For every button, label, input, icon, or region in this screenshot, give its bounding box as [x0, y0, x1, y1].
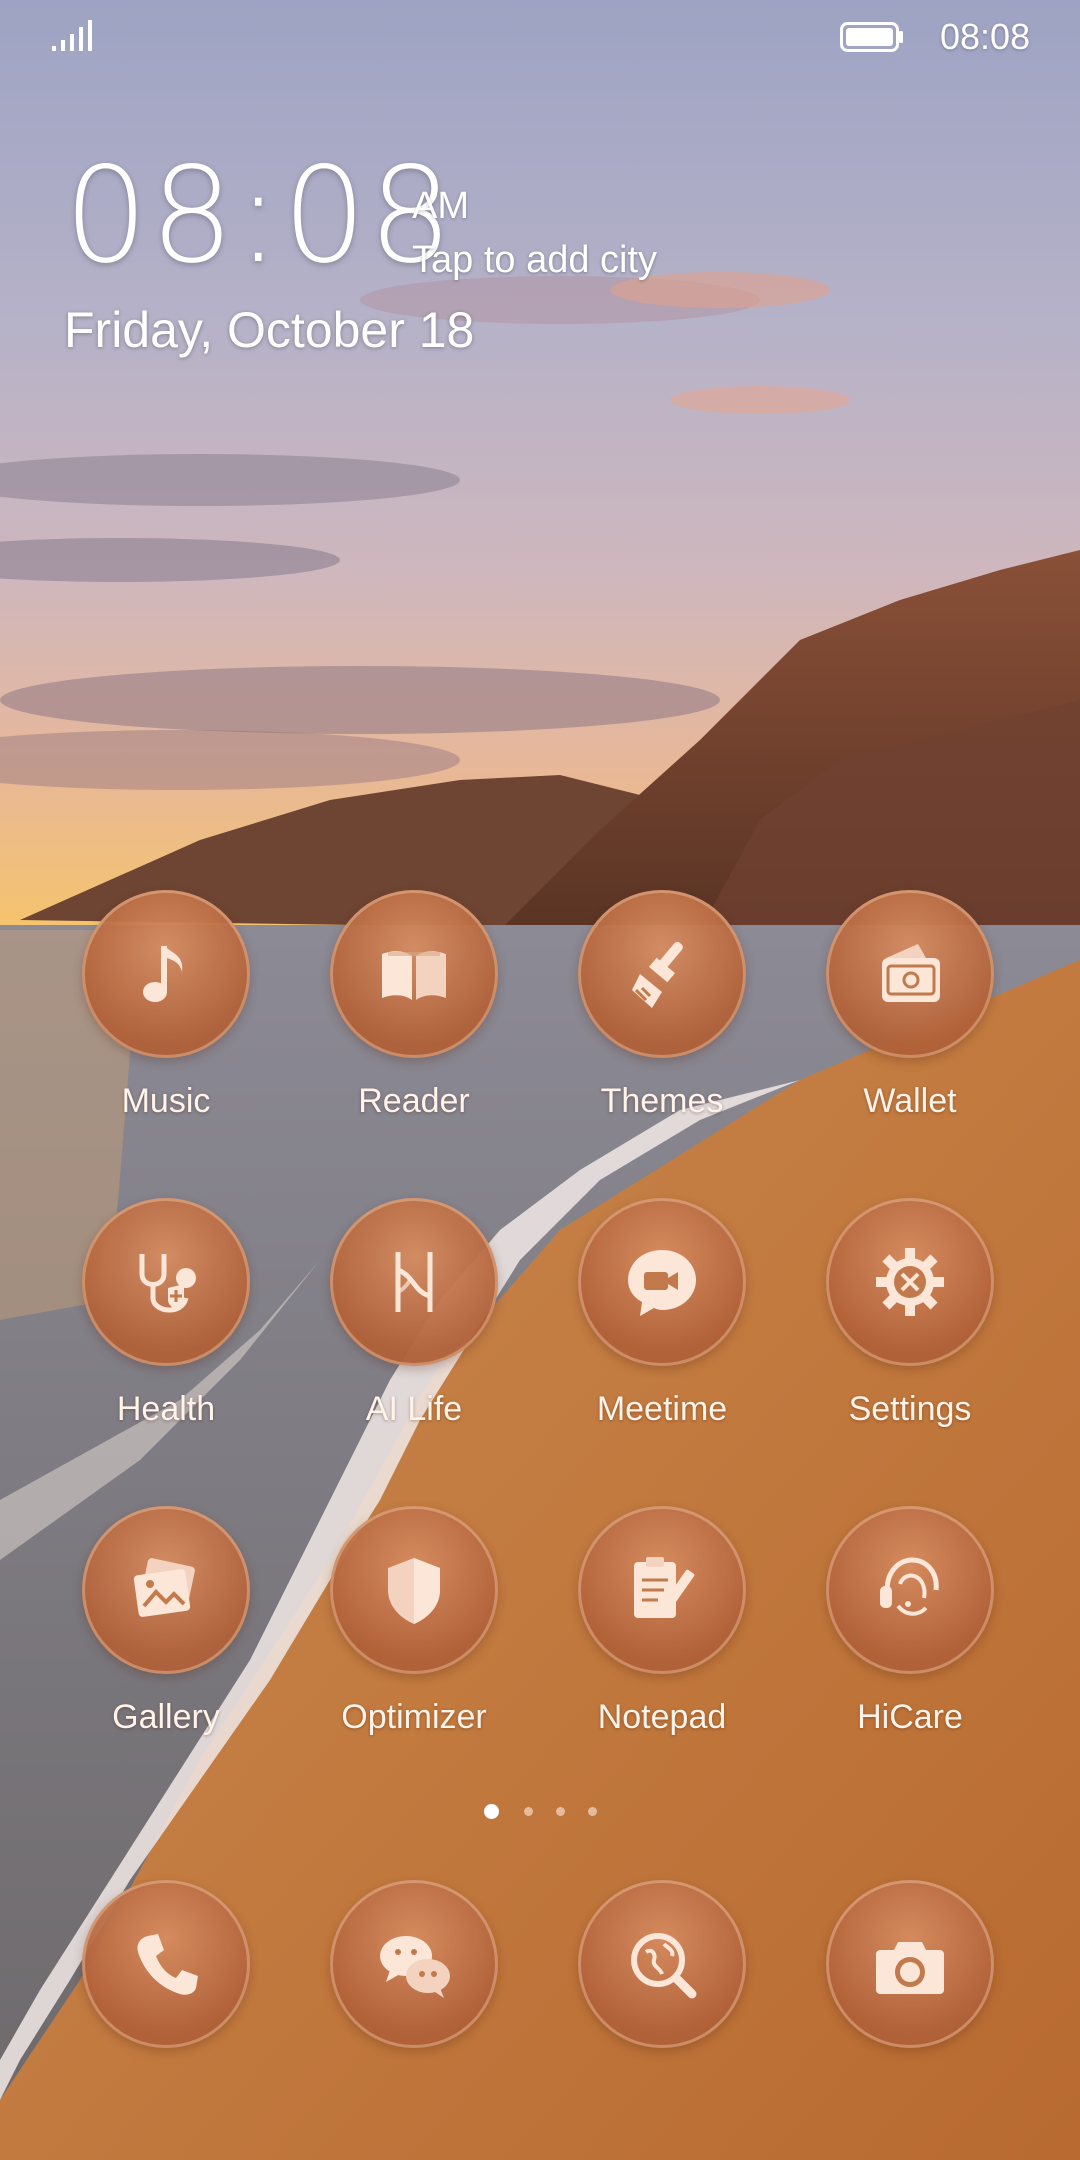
camera-icon	[876, 1942, 944, 1994]
page-dot-1[interactable]	[484, 1804, 499, 1819]
app-hicare[interactable]: HiCare	[786, 1506, 1034, 1756]
app-label: Reader	[358, 1082, 470, 1120]
gear-icon	[876, 1248, 944, 1316]
app-icon-button[interactable]	[578, 1198, 746, 1366]
browser-button[interactable]	[578, 1880, 746, 2048]
headset-icon	[880, 1557, 939, 1616]
app-label: Optimizer	[341, 1698, 487, 1736]
ai-life-icon	[395, 1252, 433, 1312]
dock-camera[interactable]	[786, 1880, 1034, 2050]
music-note-icon	[143, 946, 183, 1002]
shield-icon	[388, 1558, 440, 1624]
app-icon-button[interactable]	[826, 890, 994, 1058]
dock-phone[interactable]	[42, 1880, 290, 2050]
app-icon-button[interactable]	[330, 1198, 498, 1366]
battery-full-icon	[840, 22, 903, 52]
dock-messages[interactable]	[290, 1880, 538, 2050]
app-settings[interactable]: Settings	[786, 1198, 1034, 1448]
app-label: Wallet	[863, 1082, 957, 1120]
dock-browser[interactable]	[538, 1880, 786, 2050]
app-icon-button[interactable]	[82, 1198, 250, 1366]
app-optimizer[interactable]: Optimizer	[290, 1506, 538, 1756]
clock-ampm: AM	[412, 185, 469, 227]
app-icon-button[interactable]	[826, 1198, 994, 1366]
app-wallet[interactable]: Wallet	[786, 890, 1034, 1140]
app-label: Meetime	[596, 1390, 728, 1428]
photos-icon	[133, 1558, 195, 1617]
page-dot-4[interactable]	[588, 1807, 597, 1816]
messages-button[interactable]	[330, 1880, 498, 2048]
app-label: AI Life	[365, 1390, 463, 1428]
app-themes[interactable]: Themes	[538, 890, 786, 1140]
notepad-icon	[634, 1557, 695, 1618]
phone-button[interactable]	[82, 1880, 250, 2048]
add-city-link[interactable]: Tap to add city	[412, 238, 657, 282]
book-icon	[382, 951, 446, 1000]
signal-bars-icon	[52, 20, 92, 51]
app-icon-button[interactable]	[82, 1506, 250, 1674]
app-icon-button[interactable]	[82, 890, 250, 1058]
app-icon-button[interactable]	[330, 890, 498, 1058]
phone-icon	[137, 1934, 198, 1995]
app-label: Gallery	[112, 1698, 220, 1736]
app-gallery[interactable]: Gallery	[42, 1506, 290, 1756]
status-time: 08:08	[940, 16, 1031, 57]
camera-button[interactable]	[826, 1880, 994, 2048]
page-indicator[interactable]	[482, 1804, 602, 1820]
app-notepad[interactable]: Notepad	[538, 1506, 786, 1756]
app-icon-button[interactable]	[330, 1506, 498, 1674]
video-chat-icon	[628, 1250, 696, 1316]
stethoscope-icon	[139, 1254, 196, 1313]
globe-search-icon	[631, 1933, 697, 1999]
app-icon-button[interactable]	[578, 890, 746, 1058]
app-label: HiCare	[857, 1698, 963, 1736]
app-icon-button[interactable]	[578, 1506, 746, 1674]
wallet-icon	[882, 944, 940, 1002]
status-bar: 08:08	[0, 0, 1080, 72]
clock-date[interactable]: Friday, October 18	[64, 300, 474, 360]
app-label: Themes	[600, 1082, 724, 1120]
app-icon-button[interactable]	[826, 1506, 994, 1674]
app-health[interactable]: Health	[42, 1198, 290, 1448]
clock-widget[interactable]: 08:08 AM Tap to add city Friday, October…	[64, 150, 824, 370]
app-label: Health	[116, 1390, 216, 1428]
page-dot-3[interactable]	[556, 1807, 565, 1816]
app-reader[interactable]: Reader	[290, 890, 538, 1140]
app-ai-life[interactable]: AI Life	[290, 1198, 538, 1448]
chat-bubbles-icon	[380, 1936, 450, 1998]
app-meetime[interactable]: Meetime	[538, 1198, 786, 1448]
clock-time[interactable]: 08:08	[64, 150, 454, 282]
app-label: Settings	[848, 1390, 972, 1428]
page-dot-2[interactable]	[524, 1807, 533, 1816]
app-label: Music	[121, 1082, 211, 1120]
app-label: Notepad	[597, 1698, 727, 1736]
paintbrush-icon	[632, 941, 683, 1008]
app-music[interactable]: Music	[42, 890, 290, 1140]
